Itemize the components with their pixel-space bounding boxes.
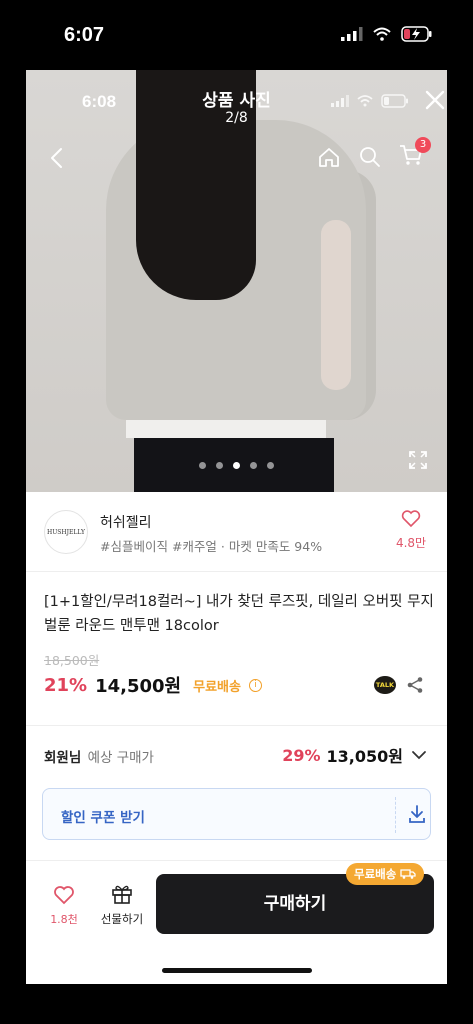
heart-icon: [54, 886, 74, 905]
close-icon[interactable]: [423, 88, 447, 112]
photo-viewer-header: 6:08 상품 사진 2/8 3: [26, 70, 447, 200]
member-sub-label: 예상 구매가: [87, 750, 154, 766]
chevron-down-icon[interactable]: [409, 745, 429, 765]
pagination-dot[interactable]: [267, 462, 274, 469]
shop-name[interactable]: 허쉬젤리: [100, 512, 152, 532]
home-indicator: [162, 968, 312, 973]
home-icon[interactable]: [317, 146, 341, 168]
search-icon[interactable]: [359, 146, 381, 168]
bottom-action-bar: 1.8천 선물하기 구매하기 무료배송: [26, 863, 447, 955]
product-title: [1+1할인/무려18컬러~] 내가 찾던 루즈핏, 데일리 오버핏 무지 벌룬…: [44, 594, 434, 634]
wifi-icon: [357, 95, 373, 107]
battery-icon: [381, 94, 408, 108]
free-shipping-badge-label: 무료배송: [354, 867, 397, 881]
section-divider: [26, 725, 447, 726]
free-shipping-badge: 무료배송: [346, 863, 425, 885]
member-label: 회원님: [44, 750, 82, 766]
expand-icon[interactable]: [408, 450, 428, 470]
coupon-button[interactable]: 할인 쿠폰 받기: [42, 788, 431, 840]
photo-pagination-dots: [26, 462, 447, 469]
photo-counter: 2/8: [225, 110, 248, 126]
shop-info[interactable]: HUSHJELLY 허쉬젤리 #심플베이직 #캐주얼 · 마켓 만족도 94% …: [26, 492, 447, 572]
original-price: 18,500원: [44, 653, 100, 668]
member-discount: 29%: [282, 745, 321, 765]
inner-status-icons: [331, 94, 409, 108]
outer-status-icons: [341, 26, 433, 42]
pagination-dot[interactable]: [250, 462, 257, 469]
signal-icon: [341, 27, 363, 41]
gift-icon: [112, 885, 132, 904]
bottom-divider: [26, 860, 447, 861]
share-icon[interactable]: [406, 676, 424, 694]
outer-status-bar: 6:07: [0, 0, 473, 70]
cart-button[interactable]: 3: [399, 137, 431, 170]
sale-price: 14,500원: [95, 676, 182, 697]
discount-rate: 21%: [44, 674, 88, 696]
truck-icon: [400, 869, 416, 879]
coupon-label: 할인 쿠폰 받기: [61, 810, 145, 826]
gift-button[interactable]: 선물하기: [96, 883, 148, 927]
cart-count-badge: 3: [415, 137, 431, 153]
gift-label: 선물하기: [100, 912, 144, 926]
member-price: 13,050원: [326, 747, 403, 766]
pagination-dot[interactable]: [199, 462, 206, 469]
shop-like-button[interactable]: 4.8만: [393, 510, 429, 551]
back-icon[interactable]: [46, 146, 68, 170]
price-row: 21% 14,500원 무료배송 i: [44, 672, 262, 698]
shop-like-count: 4.8만: [395, 536, 427, 550]
signal-icon: [331, 95, 349, 107]
free-shipping-label: 무료배송: [193, 679, 241, 695]
outer-status-time: 6:07: [64, 24, 105, 46]
wish-button[interactable]: 1.8천: [46, 885, 82, 927]
wifi-icon: [373, 27, 391, 41]
wish-count: 1.8천: [50, 913, 78, 926]
pagination-dot[interactable]: [216, 462, 223, 469]
member-price-row[interactable]: 회원님 예상 구매가 29% 13,050원: [44, 746, 429, 766]
download-icon[interactable]: [407, 804, 427, 824]
photo-nav-icons: 3: [317, 137, 431, 170]
kakao-talk-share-button[interactable]: TALK: [374, 676, 396, 694]
shop-tags: #심플베이직 #캐주얼 · 마켓 만족도 94%: [100, 539, 323, 554]
pagination-dot-active[interactable]: [233, 462, 240, 469]
shop-logo[interactable]: HUSHJELLY: [44, 510, 88, 554]
battery-charging-icon: [401, 26, 432, 42]
coupon-separator: [395, 797, 396, 833]
app-frame: 6:08 상품 사진 2/8 3 HUSHJELLY 허쉬젤리 #심플베이직 #…: [26, 70, 447, 984]
heart-icon: [401, 510, 421, 528]
info-icon[interactable]: i: [248, 678, 262, 692]
member-price-info: 29% 13,050원: [282, 743, 429, 767]
